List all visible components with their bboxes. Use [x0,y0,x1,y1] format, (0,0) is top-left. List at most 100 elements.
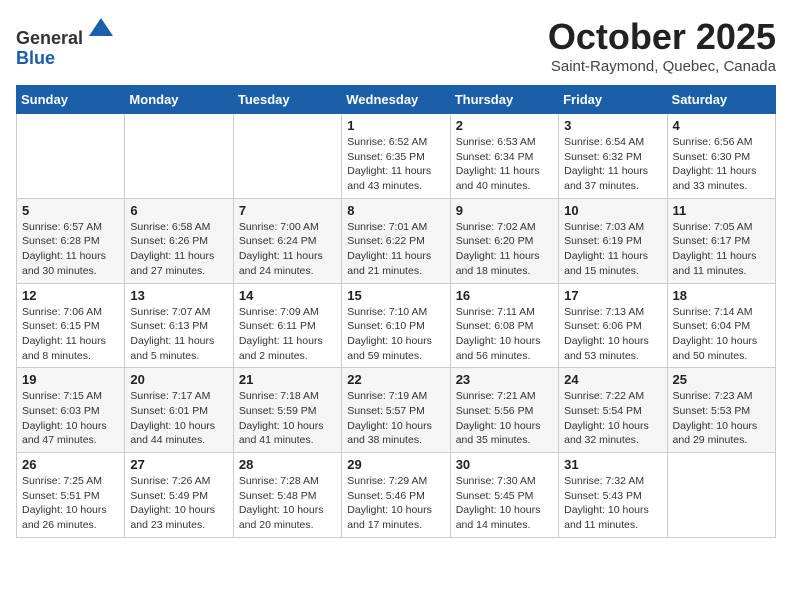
calendar-week-row: 5 Sunrise: 6:57 AM Sunset: 6:28 PM Daylig… [17,198,776,283]
calendar-cell: 22 Sunrise: 7:19 AM Sunset: 5:57 PM Dayli… [342,368,450,453]
day-info: Sunrise: 7:09 AM Sunset: 6:11 PM Dayligh… [239,305,336,364]
calendar-cell: 10 Sunrise: 7:03 AM Sunset: 6:19 PM Dayli… [559,198,667,283]
calendar-cell: 25Sunrise: 7:23 AM Sunset: 5:53 PM Dayli… [667,368,775,453]
calendar-cell: 13 Sunrise: 7:07 AM Sunset: 6:13 PM Dayli… [125,283,233,368]
calendar-cell: 1 Sunrise: 6:52 AM Sunset: 6:35 PM Daylig… [342,114,450,199]
day-number: 12 [22,288,119,303]
day-info: Sunrise: 6:56 AM Sunset: 6:30 PM Dayligh… [673,135,770,194]
day-info: Sunrise: 7:11 AM Sunset: 6:08 PM Dayligh… [456,305,553,364]
day-info: Sunrise: 6:57 AM Sunset: 6:28 PM Dayligh… [22,220,119,279]
day-number: 9 [456,203,553,218]
day-info: Sunrise: 7:26 AM Sunset: 5:49 PM Dayligh… [130,474,227,533]
day-info: Sunrise: 6:54 AM Sunset: 6:32 PM Dayligh… [564,135,661,194]
calendar-cell: 12 Sunrise: 7:06 AM Sunset: 6:15 PM Dayli… [17,283,125,368]
calendar-cell: 6 Sunrise: 6:58 AM Sunset: 6:26 PM Daylig… [125,198,233,283]
day-number: 8 [347,203,444,218]
weekday-header-friday: Friday [559,86,667,114]
calendar-cell: 26Sunrise: 7:25 AM Sunset: 5:51 PM Dayli… [17,453,125,538]
calendar-cell: 5 Sunrise: 6:57 AM Sunset: 6:28 PM Daylig… [17,198,125,283]
calendar-cell: 17Sunrise: 7:13 AM Sunset: 6:06 PM Dayli… [559,283,667,368]
day-number: 21 [239,372,336,387]
calendar-cell [233,114,341,199]
calendar-week-row: 1 Sunrise: 6:52 AM Sunset: 6:35 PM Daylig… [17,114,776,199]
day-number: 30 [456,457,553,472]
day-number: 24 [564,372,661,387]
day-number: 3 [564,118,661,133]
day-number: 22 [347,372,444,387]
day-info: Sunrise: 7:28 AM Sunset: 5:48 PM Dayligh… [239,474,336,533]
calendar-cell: 15Sunrise: 7:10 AM Sunset: 6:10 PM Dayli… [342,283,450,368]
calendar-cell [17,114,125,199]
day-info: Sunrise: 7:32 AM Sunset: 5:43 PM Dayligh… [564,474,661,533]
day-number: 14 [239,288,336,303]
day-number: 23 [456,372,553,387]
weekday-header-tuesday: Tuesday [233,86,341,114]
day-info: Sunrise: 7:03 AM Sunset: 6:19 PM Dayligh… [564,220,661,279]
day-info: Sunrise: 7:00 AM Sunset: 6:24 PM Dayligh… [239,220,336,279]
calendar-cell: 30Sunrise: 7:30 AM Sunset: 5:45 PM Dayli… [450,453,558,538]
weekday-header-wednesday: Wednesday [342,86,450,114]
day-number: 27 [130,457,227,472]
day-number: 13 [130,288,227,303]
day-info: Sunrise: 7:29 AM Sunset: 5:46 PM Dayligh… [347,474,444,533]
day-number: 7 [239,203,336,218]
day-info: Sunrise: 7:10 AM Sunset: 6:10 PM Dayligh… [347,305,444,364]
calendar-cell: 24Sunrise: 7:22 AM Sunset: 5:54 PM Dayli… [559,368,667,453]
day-number: 6 [130,203,227,218]
logo-blue: Blue [16,48,55,68]
day-info: Sunrise: 7:01 AM Sunset: 6:22 PM Dayligh… [347,220,444,279]
logo: General Blue [16,16,115,69]
day-number: 5 [22,203,119,218]
title-area: October 2025 Saint-Raymond, Quebec, Cana… [548,16,776,75]
calendar-cell: 16 Sunrise: 7:11 AM Sunset: 6:08 PM Dayli… [450,283,558,368]
calendar-cell: 31Sunrise: 7:32 AM Sunset: 5:43 PM Dayli… [559,453,667,538]
weekday-header-monday: Monday [125,86,233,114]
day-number: 25 [673,372,770,387]
day-info: Sunrise: 6:53 AM Sunset: 6:34 PM Dayligh… [456,135,553,194]
location-subtitle: Saint-Raymond, Quebec, Canada [548,58,776,75]
day-number: 18 [673,288,770,303]
calendar-cell: 4 Sunrise: 6:56 AM Sunset: 6:30 PM Daylig… [667,114,775,199]
month-title: October 2025 [548,16,776,58]
calendar-cell: 29 Sunrise: 7:29 AM Sunset: 5:46 PM Dayli… [342,453,450,538]
day-info: Sunrise: 7:15 AM Sunset: 6:03 PM Dayligh… [22,389,119,448]
day-number: 11 [673,203,770,218]
logo-general: General [16,28,83,48]
day-info: Sunrise: 7:14 AM Sunset: 6:04 PM Dayligh… [673,305,770,364]
day-number: 4 [673,118,770,133]
weekday-header-row: SundayMondayTuesdayWednesdayThursdayFrid… [17,86,776,114]
day-number: 20 [130,372,227,387]
day-number: 17 [564,288,661,303]
calendar-cell: 3 Sunrise: 6:54 AM Sunset: 6:32 PM Daylig… [559,114,667,199]
calendar-week-row: 26Sunrise: 7:25 AM Sunset: 5:51 PM Dayli… [17,453,776,538]
day-info: Sunrise: 7:06 AM Sunset: 6:15 PM Dayligh… [22,305,119,364]
day-info: Sunrise: 6:52 AM Sunset: 6:35 PM Dayligh… [347,135,444,194]
day-number: 29 [347,457,444,472]
day-info: Sunrise: 7:07 AM Sunset: 6:13 PM Dayligh… [130,305,227,364]
day-info: Sunrise: 7:18 AM Sunset: 5:59 PM Dayligh… [239,389,336,448]
calendar-cell: 8 Sunrise: 7:01 AM Sunset: 6:22 PM Daylig… [342,198,450,283]
calendar-week-row: 19Sunrise: 7:15 AM Sunset: 6:03 PM Dayli… [17,368,776,453]
day-number: 10 [564,203,661,218]
page-header: General Blue October 2025 Saint-Raymond,… [16,16,776,75]
day-info: Sunrise: 6:58 AM Sunset: 6:26 PM Dayligh… [130,220,227,279]
day-info: Sunrise: 7:05 AM Sunset: 6:17 PM Dayligh… [673,220,770,279]
calendar-week-row: 12 Sunrise: 7:06 AM Sunset: 6:15 PM Dayli… [17,283,776,368]
weekday-header-thursday: Thursday [450,86,558,114]
calendar-cell: 2Sunrise: 6:53 AM Sunset: 6:34 PM Daylig… [450,114,558,199]
calendar-cell [125,114,233,199]
calendar-cell: 28 Sunrise: 7:28 AM Sunset: 5:48 PM Dayli… [233,453,341,538]
calendar-cell: 9Sunrise: 7:02 AM Sunset: 6:20 PM Daylig… [450,198,558,283]
day-number: 16 [456,288,553,303]
day-info: Sunrise: 7:19 AM Sunset: 5:57 PM Dayligh… [347,389,444,448]
calendar-table: SundayMondayTuesdayWednesdayThursdayFrid… [16,85,776,538]
weekday-header-saturday: Saturday [667,86,775,114]
calendar-cell: 18 Sunrise: 7:14 AM Sunset: 6:04 PM Dayli… [667,283,775,368]
day-number: 28 [239,457,336,472]
day-info: Sunrise: 7:17 AM Sunset: 6:01 PM Dayligh… [130,389,227,448]
day-number: 1 [347,118,444,133]
calendar-cell: 23Sunrise: 7:21 AM Sunset: 5:56 PM Dayli… [450,368,558,453]
calendar-cell: 21 Sunrise: 7:18 AM Sunset: 5:59 PM Dayli… [233,368,341,453]
calendar-cell: 19Sunrise: 7:15 AM Sunset: 6:03 PM Dayli… [17,368,125,453]
calendar-cell: 27 Sunrise: 7:26 AM Sunset: 5:49 PM Dayli… [125,453,233,538]
